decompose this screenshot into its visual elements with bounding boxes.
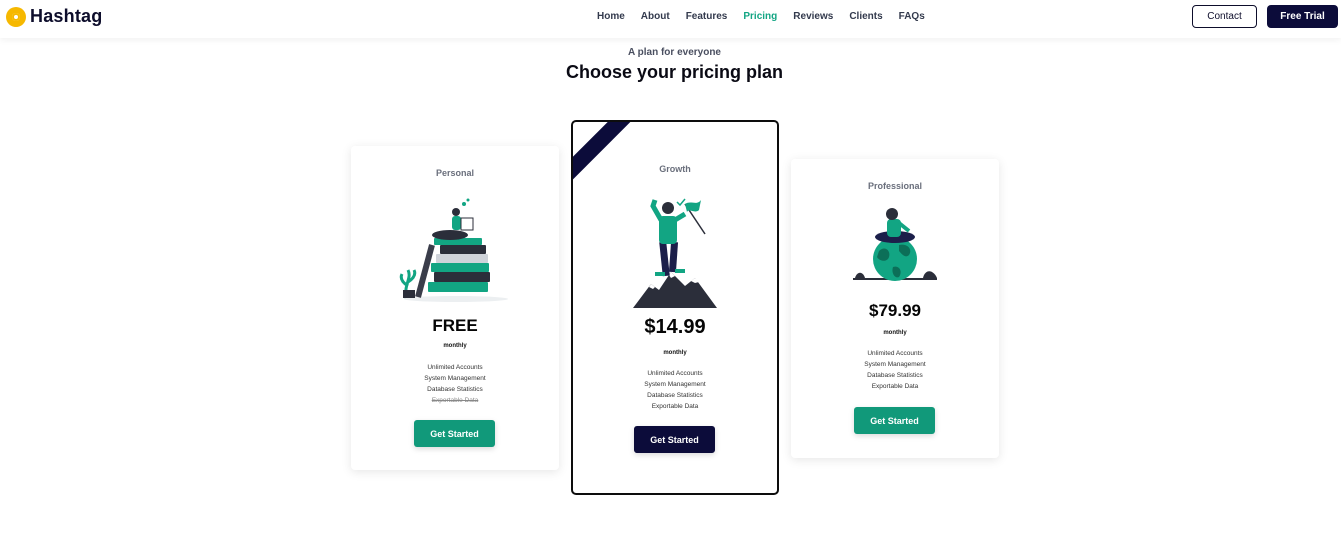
- plan-period: monthly: [663, 350, 687, 356]
- feature-item: System Management: [864, 361, 926, 368]
- nav-reviews[interactable]: Reviews: [793, 11, 833, 22]
- globe-meditation-illustration: [853, 208, 937, 281]
- nav-features[interactable]: Features: [686, 11, 728, 22]
- books-reader-illustration: [399, 198, 508, 302]
- pricing-card-professional: Professional $79.99 monthly Unlimited Ac…: [791, 159, 999, 458]
- nav-pricing[interactable]: Pricing: [743, 11, 777, 22]
- plan-price: $79.99: [869, 301, 921, 320]
- feature-item: Database Statistics: [867, 372, 923, 379]
- feature-item: Unlimited Accounts: [867, 350, 923, 357]
- pricing-card-personal: Personal FREE monthly Unlimited Accounts…: [351, 146, 559, 470]
- pricing-card-growth: POPULAR Growth $14.99 monthly Unlimited …: [571, 120, 779, 495]
- navbar: Hashtag Home About Features Pricing Revi…: [0, 0, 1341, 38]
- plan-price: $14.99: [644, 316, 706, 338]
- plan-period: monthly: [443, 343, 467, 349]
- get-started-button-personal[interactable]: Get Started: [414, 420, 495, 447]
- nav-about[interactable]: About: [641, 11, 670, 22]
- feature-list: Unlimited Accounts System Management Dat…: [791, 348, 999, 392]
- brand-logo[interactable]: Hashtag: [6, 6, 102, 27]
- mountain-flag-illustration: [633, 198, 717, 308]
- main-nav: Home About Features Pricing Reviews Clie…: [597, 11, 925, 22]
- feature-item: Exportable Data: [871, 383, 919, 390]
- feature-item: Database Statistics: [427, 386, 483, 393]
- get-started-button-professional[interactable]: Get Started: [854, 407, 935, 434]
- nav-home[interactable]: Home: [597, 11, 625, 22]
- feature-item-unavailable: Exportable Data: [431, 397, 479, 404]
- feature-list: Unlimited Accounts System Management Dat…: [573, 368, 777, 412]
- plan-name: Professional: [867, 181, 923, 191]
- feature-item: Unlimited Accounts: [647, 370, 703, 377]
- feature-item: Unlimited Accounts: [427, 364, 483, 371]
- feature-item: Database Statistics: [647, 392, 703, 399]
- feature-item: Exportable Data: [651, 403, 699, 410]
- free-trial-button[interactable]: Free Trial: [1267, 5, 1338, 28]
- nav-clients[interactable]: Clients: [849, 11, 882, 22]
- get-started-button-growth[interactable]: Get Started: [634, 426, 715, 453]
- plan-period: monthly: [883, 330, 907, 336]
- section-eyebrow: A plan for everyone: [628, 47, 721, 58]
- plan-name: Personal: [435, 168, 475, 178]
- section-title: Choose your pricing plan: [565, 62, 784, 82]
- logo-icon: [6, 6, 26, 27]
- contact-button[interactable]: Contact: [1192, 5, 1257, 28]
- feature-list: Unlimited Accounts System Management Dat…: [351, 362, 559, 406]
- feature-item: System Management: [424, 375, 486, 382]
- nav-faqs[interactable]: FAQs: [899, 11, 925, 22]
- plan-price: FREE: [432, 316, 478, 335]
- brand-name: Hashtag: [30, 6, 103, 26]
- feature-item: System Management: [644, 381, 706, 388]
- plan-name: Growth: [659, 164, 691, 174]
